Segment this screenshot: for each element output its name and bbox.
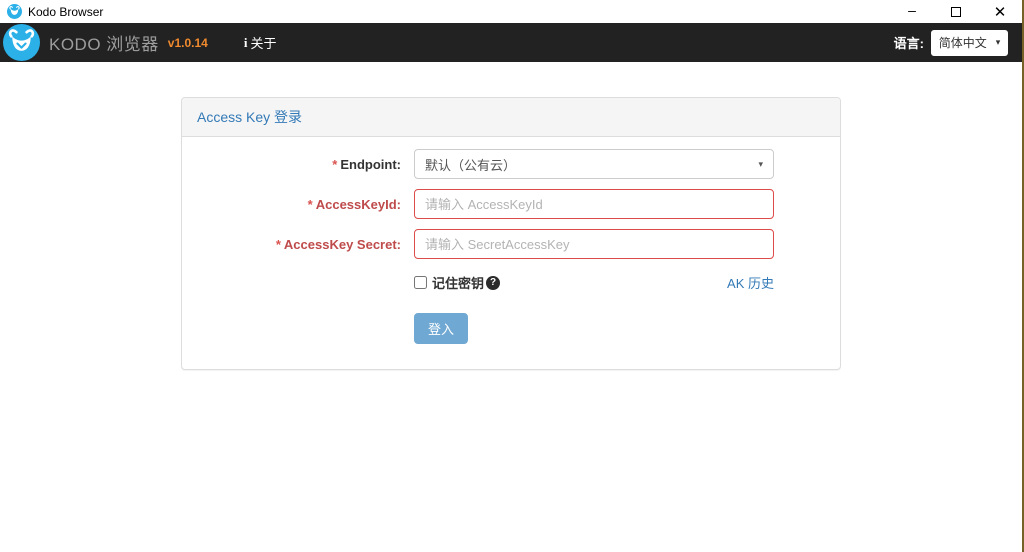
login-form: * Endpoint: 默认（公有云） ▾ * AccessKeyId: 请输入… <box>182 137 840 369</box>
endpoint-select[interactable]: 默认（公有云） ▾ <box>414 149 774 179</box>
app-navbar: KODO 浏览器 v1.0.14 i 关于 语言: 简体中文 ▾ <box>0 23 1022 62</box>
ak-history-link[interactable]: AK 历史 <box>727 273 774 292</box>
about-menu-item[interactable]: i 关于 <box>244 33 277 52</box>
version-badge: v1.0.14 <box>167 35 208 50</box>
remember-key-label: 记住密钥 <box>432 276 485 291</box>
minimize-icon: – <box>908 1 916 18</box>
close-icon: ✕ <box>993 3 1007 21</box>
close-button[interactable]: ✕ <box>978 0 1022 23</box>
login-panel: Access Key 登录 * Endpoint: 默认（公有云） ▾ * Ac… <box>181 97 841 370</box>
access-key-id-row: * AccessKeyId: <box>197 189 825 219</box>
window-controls: – ✕ <box>890 0 1022 23</box>
maximize-button[interactable] <box>934 0 978 23</box>
main-content: Access Key 登录 * Endpoint: 默认（公有云） ▾ * Ac… <box>0 62 1022 552</box>
app-window: Kodo Browser – ✕ KODO 浏览器 v1.0.14 i 关于 语… <box>0 0 1024 552</box>
language-select[interactable]: 简体中文 ▾ <box>931 29 1008 56</box>
remember-key-checkbox[interactable] <box>414 276 427 289</box>
brand-title: KODO 浏览器 <box>49 35 159 54</box>
question-circle-icon[interactable]: ? <box>486 275 501 290</box>
about-label: 关于 <box>250 36 277 51</box>
login-button[interactable]: 登入 <box>414 313 469 344</box>
panel-title: Access Key 登录 <box>182 98 840 137</box>
window-title: Kodo Browser <box>28 4 104 19</box>
language-area: 语言: 简体中文 ▾ <box>893 29 1008 56</box>
access-key-secret-row: * AccessKey Secret: <box>197 229 825 259</box>
remember-key-row: 记住密钥 ? AK 历史 <box>414 273 774 292</box>
titlebar: Kodo Browser – ✕ <box>0 0 1022 23</box>
kodo-bull-icon <box>7 4 22 19</box>
access-key-id-label: * AccessKeyId: <box>307 196 401 212</box>
chevron-down-icon: ▾ <box>758 158 763 169</box>
endpoint-row: * Endpoint: 默认（公有云） ▾ <box>197 149 825 179</box>
maximize-icon <box>951 6 961 17</box>
access-key-secret-input[interactable] <box>414 229 774 259</box>
endpoint-selected-value: 默认（公有云） <box>425 157 517 173</box>
kodo-logo-icon <box>3 24 40 61</box>
required-asterisk: * <box>307 196 313 212</box>
access-key-id-input[interactable] <box>414 189 774 219</box>
required-asterisk: * <box>275 236 281 252</box>
language-label: 语言: <box>893 36 924 51</box>
endpoint-label: * Endpoint: <box>332 156 401 172</box>
info-icon: i <box>243 34 248 50</box>
access-key-secret-label: * AccessKey Secret: <box>275 236 401 252</box>
minimize-button[interactable]: – <box>890 0 934 23</box>
required-asterisk: * <box>332 156 338 172</box>
language-selected-value: 简体中文 <box>938 36 987 50</box>
chevron-down-icon: ▾ <box>995 37 1001 47</box>
